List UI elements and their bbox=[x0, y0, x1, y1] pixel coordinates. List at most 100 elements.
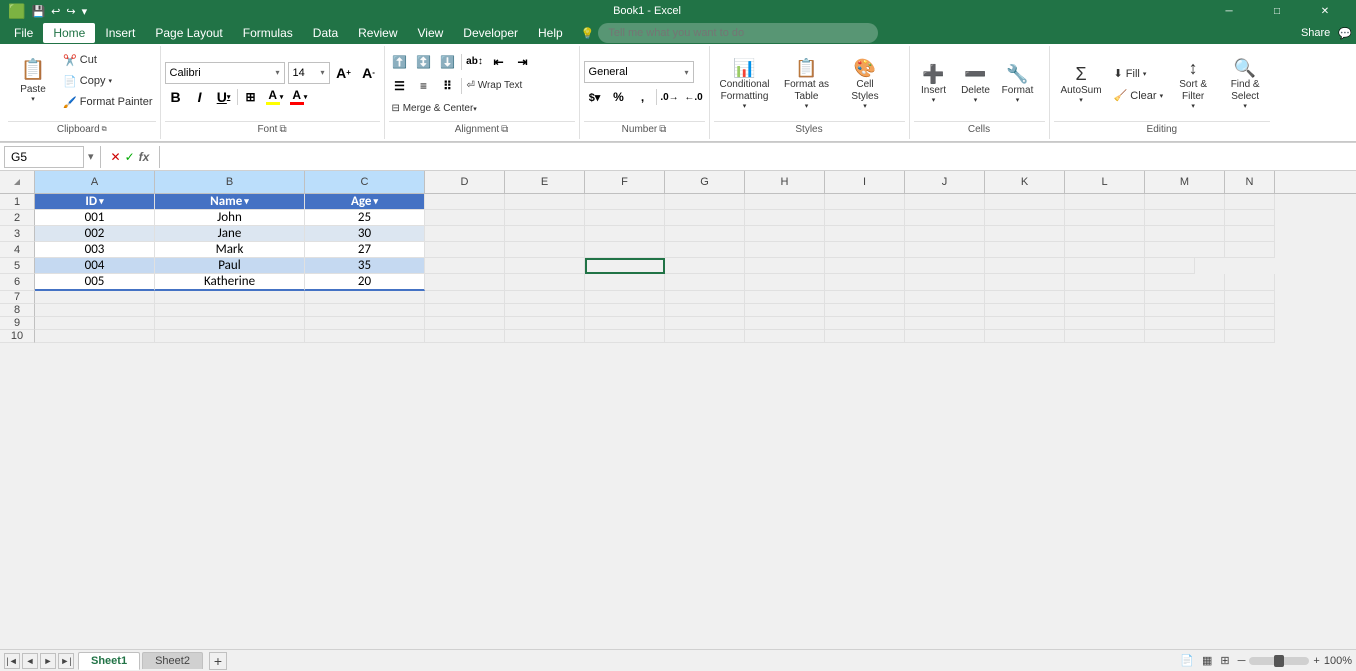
nav-next-sheet[interactable]: ► bbox=[40, 653, 56, 669]
add-sheet-button[interactable]: + bbox=[209, 652, 227, 670]
font-expand-icon[interactable]: ⧉ bbox=[279, 124, 286, 135]
row4-e[interactable] bbox=[505, 242, 585, 258]
row4-g[interactable] bbox=[665, 242, 745, 258]
col-header-l[interactable]: L bbox=[1065, 171, 1145, 193]
indent-decrease-button[interactable]: ⇤ bbox=[488, 51, 510, 73]
header-cell-age[interactable]: Age ▾ bbox=[305, 194, 425, 210]
col-header-a[interactable]: A bbox=[35, 171, 155, 193]
row6-j[interactable] bbox=[905, 274, 985, 291]
row5-j[interactable] bbox=[825, 258, 905, 274]
menu-insert[interactable]: Insert bbox=[95, 23, 145, 43]
row1-n[interactable] bbox=[1225, 194, 1275, 210]
row1-f[interactable] bbox=[585, 194, 665, 210]
menu-help[interactable]: Help bbox=[528, 23, 573, 43]
align-left-button[interactable]: ☰ bbox=[389, 75, 411, 97]
number-expand-icon[interactable]: ⧉ bbox=[659, 124, 666, 135]
row-header-7[interactable]: 7 bbox=[0, 291, 35, 304]
row6-g[interactable] bbox=[665, 274, 745, 291]
page-break-view-button[interactable]: ⊞ bbox=[1220, 654, 1229, 667]
format-painter-button[interactable]: 🖌️ Format Painter bbox=[60, 92, 156, 112]
row9-m[interactable] bbox=[1145, 317, 1225, 330]
quick-access-save[interactable]: 💾 bbox=[31, 5, 45, 18]
row4-k[interactable] bbox=[985, 242, 1065, 258]
insert-function-button[interactable]: fx bbox=[139, 150, 150, 164]
nav-prev-sheet[interactable]: ◄ bbox=[22, 653, 38, 669]
row6-f[interactable] bbox=[585, 274, 665, 291]
row7-n[interactable] bbox=[1225, 291, 1275, 304]
merge-center-button[interactable]: ⊟ Merge & Center ▾ bbox=[389, 99, 480, 119]
row3-h[interactable] bbox=[745, 226, 825, 242]
row8-d[interactable] bbox=[425, 304, 505, 317]
increase-font-button[interactable]: A+ bbox=[333, 62, 355, 84]
row8-a[interactable] bbox=[35, 304, 155, 317]
nav-first-sheet[interactable]: |◄ bbox=[4, 653, 20, 669]
row-header-9[interactable]: 9 bbox=[0, 317, 35, 330]
percent-button[interactable]: % bbox=[608, 86, 630, 108]
wrap-text-button[interactable]: ⏎ Wrap Text bbox=[464, 76, 526, 96]
bold-button[interactable]: B bbox=[165, 86, 187, 108]
quick-access-undo[interactable]: ↩ bbox=[51, 5, 60, 18]
clear-button[interactable]: 🧹 Clear ▾ bbox=[1111, 86, 1167, 106]
header-id-filter-icon[interactable]: ▾ bbox=[99, 196, 104, 207]
copy-button[interactable]: 📄 Copy ▾ bbox=[60, 71, 156, 91]
cell-3b[interactable]: Jane bbox=[155, 226, 305, 242]
row8-k[interactable] bbox=[985, 304, 1065, 317]
accounting-button[interactable]: $▾ bbox=[584, 86, 606, 108]
nav-last-sheet[interactable]: ►| bbox=[58, 653, 74, 669]
row10-b[interactable] bbox=[155, 330, 305, 343]
close-button[interactable]: ✕ bbox=[1302, 0, 1348, 22]
menu-home[interactable]: Home bbox=[43, 23, 95, 43]
row10-n[interactable] bbox=[1225, 330, 1275, 343]
formula-expand-icon[interactable]: ▾ bbox=[88, 150, 94, 163]
row6-k[interactable] bbox=[985, 274, 1065, 291]
col-header-j[interactable]: J bbox=[905, 171, 985, 193]
share-button[interactable]: Share bbox=[1301, 27, 1330, 39]
row9-i[interactable] bbox=[825, 317, 905, 330]
row9-j[interactable] bbox=[905, 317, 985, 330]
row5-i[interactable] bbox=[745, 258, 825, 274]
menu-data[interactable]: Data bbox=[303, 23, 348, 43]
row9-h[interactable] bbox=[745, 317, 825, 330]
row9-a[interactable] bbox=[35, 317, 155, 330]
row2-g[interactable] bbox=[665, 210, 745, 226]
row4-d[interactable] bbox=[425, 242, 505, 258]
cell-styles-button[interactable]: 🎨 CellStyles ▾ bbox=[838, 52, 893, 118]
row9-k[interactable] bbox=[985, 317, 1065, 330]
col-header-m[interactable]: M bbox=[1145, 171, 1225, 193]
row10-j[interactable] bbox=[905, 330, 985, 343]
col-header-g[interactable]: G bbox=[665, 171, 745, 193]
row2-f[interactable] bbox=[585, 210, 665, 226]
confirm-formula-button[interactable]: ✓ bbox=[125, 150, 135, 164]
row7-m[interactable] bbox=[1145, 291, 1225, 304]
quick-access-more[interactable]: ▾ bbox=[82, 5, 88, 18]
row4-m[interactable] bbox=[1145, 242, 1225, 258]
cell-6b[interactable]: Katherine bbox=[155, 274, 305, 291]
menu-view[interactable]: View bbox=[408, 23, 454, 43]
row2-n[interactable] bbox=[1225, 210, 1275, 226]
row6-d[interactable] bbox=[425, 274, 505, 291]
cell-6a[interactable]: 005 bbox=[35, 274, 155, 291]
sheet-tab-1[interactable]: Sheet1 bbox=[78, 652, 140, 670]
row2-j[interactable] bbox=[905, 210, 985, 226]
row10-f[interactable] bbox=[585, 330, 665, 343]
align-right-button[interactable]: ⠿ bbox=[437, 75, 459, 97]
row1-l[interactable] bbox=[1065, 194, 1145, 210]
font-color-button[interactable]: A ▾ bbox=[288, 86, 310, 108]
row9-e[interactable] bbox=[505, 317, 585, 330]
border-button[interactable]: ⊞ bbox=[240, 86, 262, 108]
sheet-tab-2[interactable]: Sheet2 bbox=[142, 652, 203, 669]
row4-f[interactable] bbox=[585, 242, 665, 258]
paste-dropdown-icon[interactable]: ▾ bbox=[31, 96, 35, 104]
row8-j[interactable] bbox=[905, 304, 985, 317]
row8-c[interactable] bbox=[305, 304, 425, 317]
italic-button[interactable]: I bbox=[189, 86, 211, 108]
row3-i[interactable] bbox=[825, 226, 905, 242]
align-middle-button[interactable]: ↕️ bbox=[413, 51, 435, 73]
row5-m[interactable] bbox=[1065, 258, 1145, 274]
row10-h[interactable] bbox=[745, 330, 825, 343]
align-center-button[interactable]: ≡ bbox=[413, 75, 435, 97]
corner-cell[interactable] bbox=[0, 171, 35, 193]
header-age-filter-icon[interactable]: ▾ bbox=[373, 196, 378, 207]
insert-button[interactable]: ➕ Insert ▾ bbox=[914, 52, 954, 118]
row6-e[interactable] bbox=[505, 274, 585, 291]
